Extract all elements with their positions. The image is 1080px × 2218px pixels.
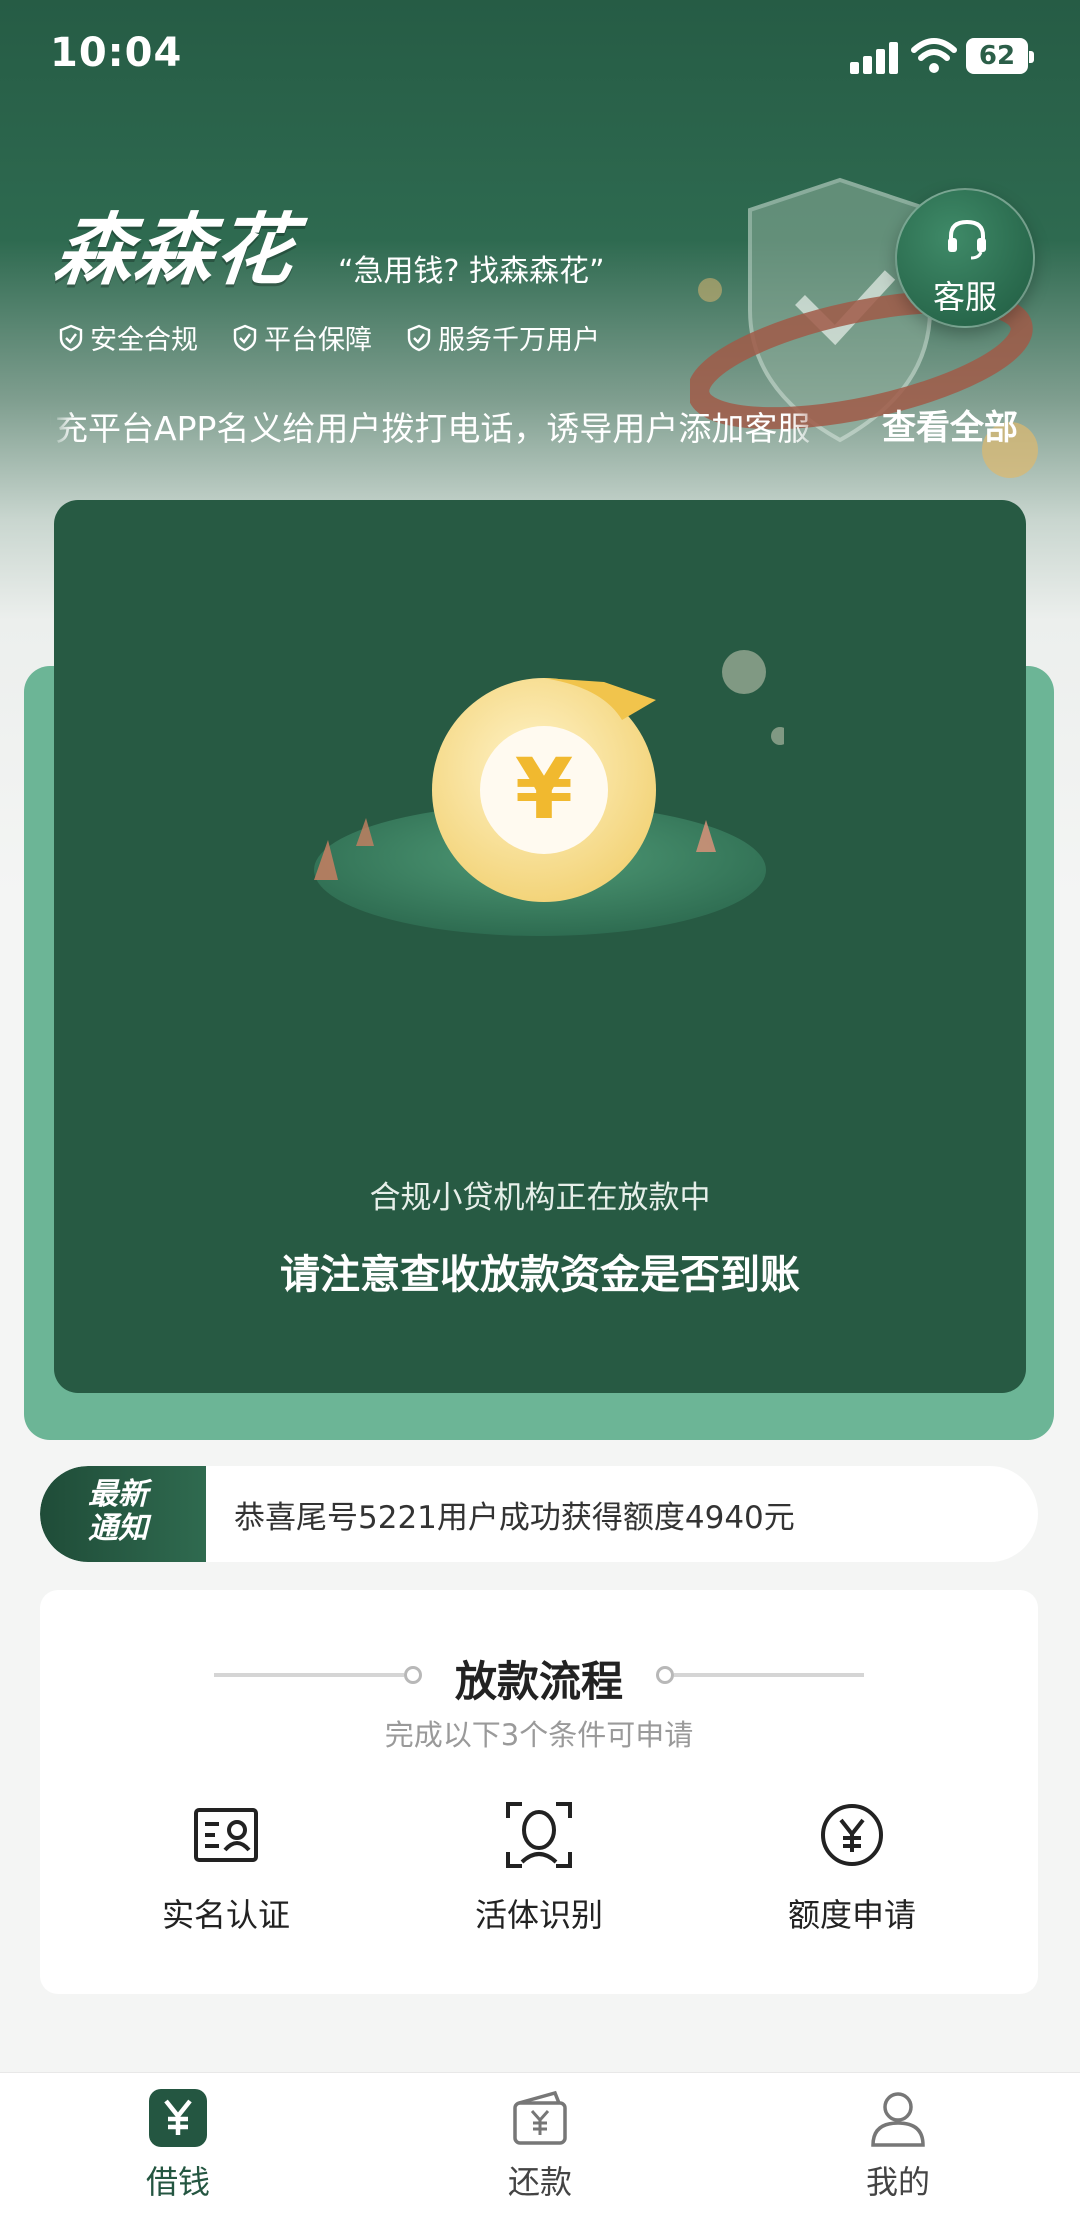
latest-notice-tag: 最新 通知: [40, 1466, 206, 1562]
status-time: 10:04: [50, 30, 183, 76]
step-label: 活体识别: [474, 1896, 603, 1934]
nav-label: 借钱: [145, 2163, 210, 2201]
notice-marquee[interactable]: 冒充平台APP名义给用户拨打电话，诱导用户添加客服: [50, 398, 830, 448]
id-card-icon: [194, 1808, 258, 1862]
yuan-icon: [149, 2089, 207, 2147]
notice-text: 恭喜尾号5221用户成功获得额度4940元: [234, 1500, 795, 1536]
process-title: 放款流程: [454, 1657, 623, 1706]
shield-check-icon: [233, 324, 257, 351]
badge-users: 服务千万用户: [406, 318, 600, 357]
svg-text:¥: ¥: [515, 740, 573, 838]
brand-slogan: “急用钱? 找森森花”: [338, 254, 605, 289]
latest-notice-bar[interactable]: 最新 通知 恭喜尾号5221用户成功获得额度4940元: [40, 1466, 1038, 1562]
signal-icon: [850, 40, 900, 74]
process-subtitle: 完成以下3个条件可申请: [384, 1718, 694, 1752]
coin-clock-illustration: ¥: [314, 650, 784, 936]
step-label: 额度申请: [787, 1896, 916, 1934]
nav-item-borrow[interactable]: 借钱: [78, 2087, 278, 2203]
customer-service-label: 客服: [932, 278, 997, 316]
face-scan-icon: [506, 1802, 572, 1868]
badge-label: 安全合规: [90, 325, 198, 356]
wallet-icon: [513, 2090, 567, 2145]
wifi-icon: [911, 38, 957, 73]
headset-icon: [948, 219, 986, 260]
badge-guarantee: 平台保障: [232, 318, 372, 357]
badge-label: 服务千万用户: [438, 325, 600, 356]
title-divider-dot-right: [656, 1666, 674, 1684]
step-label: 实名认证: [161, 1896, 290, 1934]
bottom-nav: 借钱 还款 我的: [0, 2072, 1080, 2218]
status-bar: 10:04 62: [0, 0, 1080, 112]
step-credit-apply[interactable]: 额度申请: [732, 1800, 972, 1936]
loan-status-card: ¥ 合规小贷机构正在放款中 请注意查收放款资金是否到账: [54, 500, 1026, 1393]
shield-check-icon: [59, 324, 83, 351]
nav-label: 我的: [865, 2163, 930, 2201]
nav-label: 还款: [507, 2163, 572, 2201]
status-line-primary: 合规小贷机构正在放款中: [369, 1180, 711, 1216]
nav-item-mine[interactable]: 我的: [798, 2087, 998, 2203]
step-liveness[interactable]: 活体识别: [419, 1800, 659, 1936]
title-divider-right: [674, 1673, 864, 1677]
status-line-secondary: 请注意查收放款资金是否到账: [280, 1252, 800, 1298]
notice-tag-line2: 通知: [88, 1511, 148, 1546]
customer-service-button[interactable]: 客服: [895, 188, 1035, 328]
step-real-name[interactable]: 实名认证: [106, 1800, 346, 1936]
loan-process-card: 放款流程 完成以下3个条件可申请 实名认证 活体识别 额度申请: [40, 1590, 1038, 1994]
badge-label: 平台保障: [264, 325, 372, 356]
badge-compliance: 安全合规: [58, 318, 198, 357]
view-all-link[interactable]: 查看全部: [882, 400, 1018, 449]
profile-icon: [871, 2092, 925, 2147]
shield-check-icon: [407, 324, 431, 351]
battery-icon: 62: [966, 38, 1034, 74]
nav-item-repay[interactable]: 还款: [440, 2087, 640, 2203]
marquee-text: 冒充平台APP名义给用户拨打电话，诱导用户添加客服: [50, 409, 811, 448]
notice-tag-line1: 最新: [88, 1477, 148, 1512]
trust-badges: 安全合规 平台保障 服务千万用户: [58, 318, 600, 357]
brand-logo: 森森花: [50, 206, 301, 296]
yuan-circle-icon: [821, 1804, 883, 1866]
